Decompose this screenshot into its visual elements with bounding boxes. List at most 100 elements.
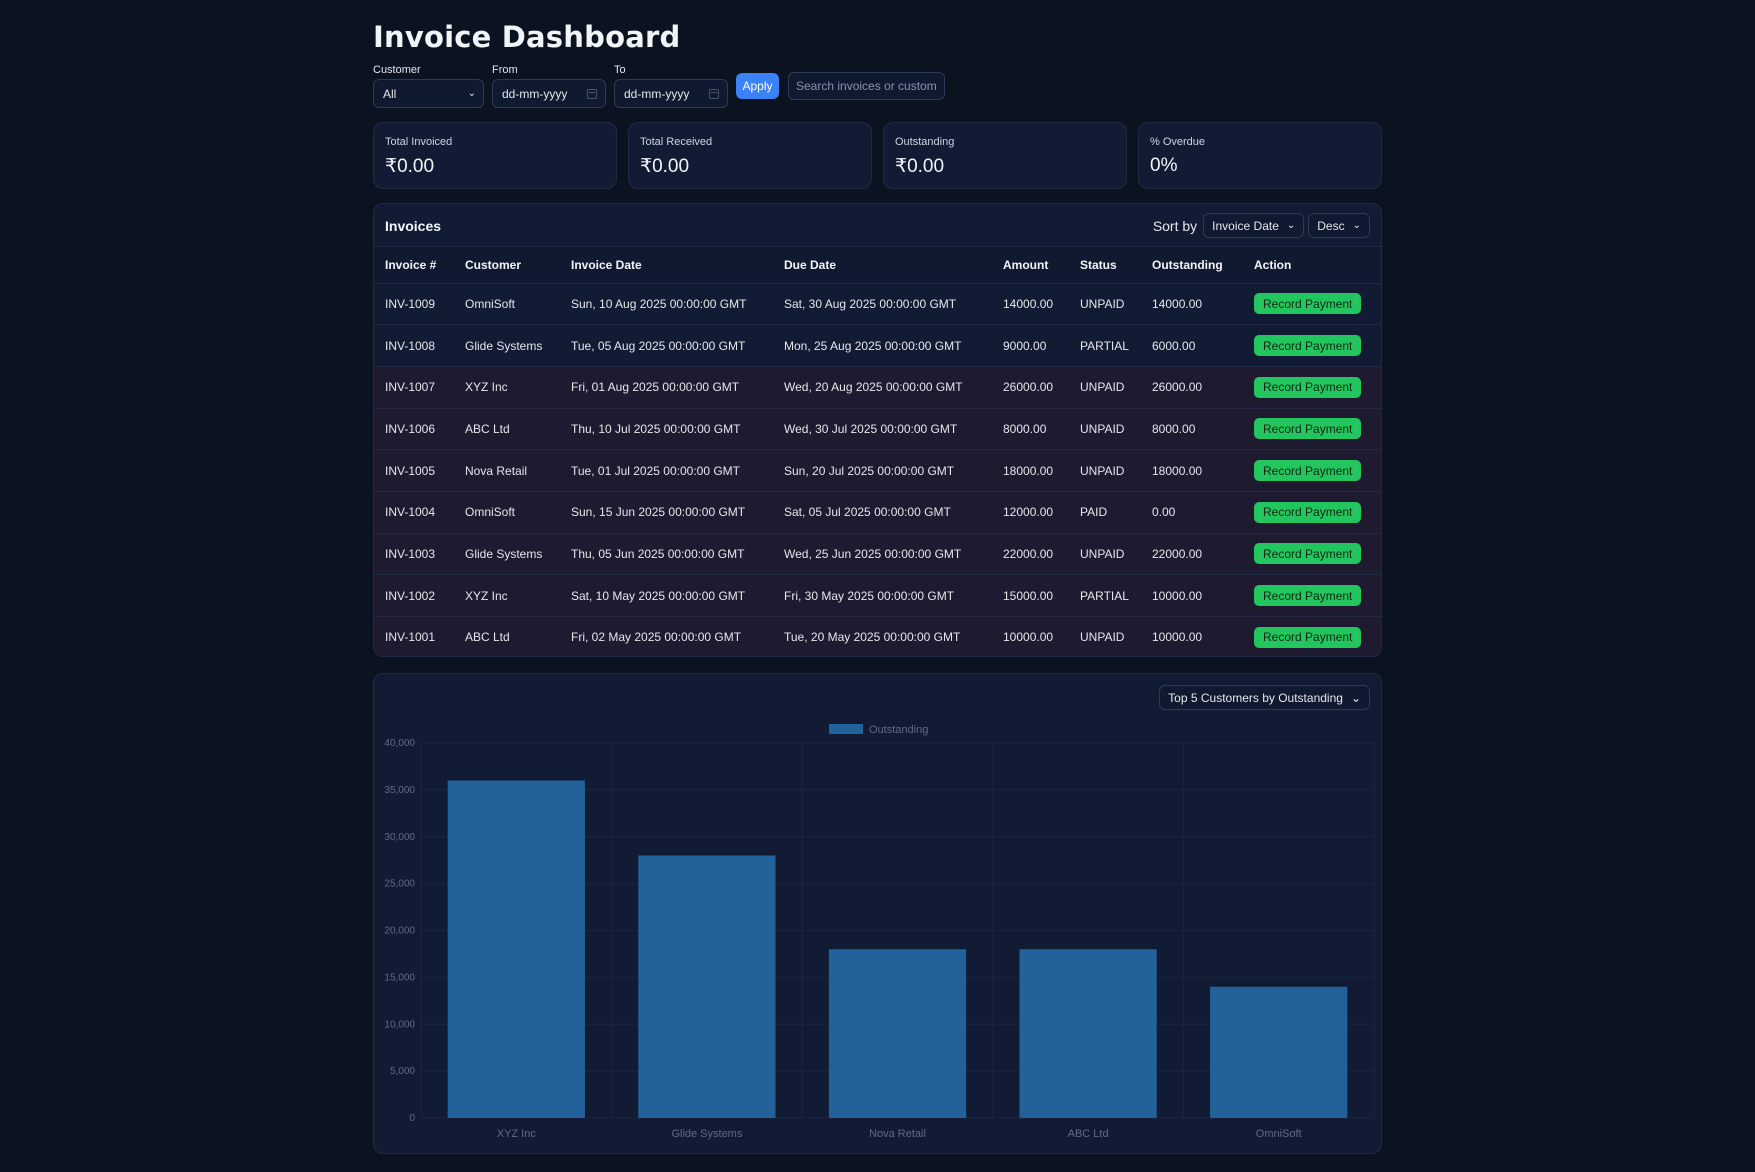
invoice-date-cell: Thu, 10 Jul 2025 00:00:00 GMT bbox=[560, 408, 773, 451]
status-cell: UNPAID bbox=[1069, 408, 1141, 451]
action-cell: Record Payment bbox=[1243, 324, 1381, 367]
column-header[interactable]: Action bbox=[1243, 247, 1381, 284]
to-date-input[interactable]: dd-mm-yyyy bbox=[614, 79, 728, 108]
invoice-date-cell: Tue, 05 Aug 2025 00:00:00 GMT bbox=[560, 324, 773, 367]
outstanding-cell: 0.00 bbox=[1141, 491, 1243, 534]
y-tick-label: 20,000 bbox=[384, 926, 415, 937]
y-tick-label: 25,000 bbox=[384, 879, 415, 890]
chart-metric-select[interactable]: Top 5 Customers by Outstanding ⌄ bbox=[1159, 685, 1370, 710]
invoice-date-cell: Fri, 02 May 2025 00:00:00 GMT bbox=[560, 616, 773, 656]
chevron-down-icon: ⌄ bbox=[1350, 690, 1361, 705]
action-cell: Record Payment bbox=[1243, 533, 1381, 576]
amount-cell: 12000.00 bbox=[992, 491, 1069, 534]
column-header[interactable]: Customer bbox=[454, 247, 560, 284]
record-payment-button[interactable]: Record Payment bbox=[1254, 501, 1362, 523]
table-row: INV-1008 Glide Systems Tue, 05 Aug 2025 00… bbox=[374, 324, 1381, 367]
bar bbox=[828, 949, 967, 1118]
status-cell: UNPAID bbox=[1069, 616, 1141, 656]
x-tick-label: Glide Systems bbox=[671, 1128, 742, 1140]
outstanding-cell: 10000.00 bbox=[1141, 574, 1243, 617]
column-header[interactable]: Due Date bbox=[773, 247, 992, 284]
outstanding-cell: 18000.00 bbox=[1141, 449, 1243, 492]
invoice-date-cell: Fri, 01 Aug 2025 00:00:00 GMT bbox=[560, 366, 773, 409]
table-row: INV-1001 ABC Ltd Fri, 02 May 2025 00:00:00… bbox=[374, 616, 1381, 656]
due-date-cell: Wed, 25 Jun 2025 00:00:00 GMT bbox=[773, 533, 992, 576]
sort-field-value: Invoice Date bbox=[1212, 218, 1279, 233]
status-cell: PARTIAL bbox=[1069, 324, 1141, 367]
kpi-value: ₹0.00 bbox=[385, 156, 435, 177]
invoice-number-cell: INV-1003 bbox=[374, 533, 454, 576]
action-cell: Record Payment bbox=[1243, 408, 1381, 451]
search-input[interactable] bbox=[788, 72, 945, 100]
table-row: INV-1009 OmniSoft Sun, 10 Aug 2025 00:00:0… bbox=[374, 283, 1381, 326]
customer-cell: Glide Systems bbox=[454, 533, 560, 576]
action-cell: Record Payment bbox=[1243, 449, 1381, 492]
column-header[interactable]: Outstanding bbox=[1141, 247, 1243, 284]
chart-metric-value: Top 5 Customers by Outstanding bbox=[1168, 690, 1343, 705]
y-tick-label: 0 bbox=[409, 1113, 415, 1124]
record-payment-button[interactable]: Record Payment bbox=[1254, 543, 1362, 565]
calendar-icon[interactable] bbox=[587, 89, 597, 99]
column-header[interactable]: Status bbox=[1069, 247, 1141, 284]
kpi-label: Total Received bbox=[640, 136, 713, 148]
record-payment-button[interactable]: Record Payment bbox=[1254, 626, 1362, 648]
invoice-date-cell: Tue, 01 Jul 2025 00:00:00 GMT bbox=[560, 449, 773, 492]
invoice-number-cell: INV-1008 bbox=[374, 324, 454, 367]
record-payment-button[interactable]: Record Payment bbox=[1254, 418, 1362, 440]
page-title: Invoice Dashboard bbox=[373, 20, 681, 54]
bar bbox=[638, 855, 776, 1118]
from-filter: From dd-mm-yyyy bbox=[492, 64, 606, 108]
record-payment-button[interactable]: Record Payment bbox=[1254, 460, 1362, 482]
invoice-number-cell: INV-1005 bbox=[374, 449, 454, 492]
sort-order-select[interactable]: Desc ⌄ bbox=[1308, 213, 1370, 238]
to-label: To bbox=[614, 64, 626, 76]
from-date-input[interactable]: dd-mm-yyyy bbox=[492, 79, 606, 108]
kpi-percent-overdue: % Overdue 0% bbox=[1138, 122, 1382, 189]
action-cell: Record Payment bbox=[1243, 283, 1381, 326]
sort-field-select[interactable]: Invoice Date ⌄ bbox=[1203, 213, 1305, 238]
chart-card: Top 5 Customers by Outstanding ⌄ 0 5,000 1… bbox=[373, 673, 1382, 1154]
column-header[interactable]: Invoice # bbox=[374, 247, 454, 284]
customer-select-value: All bbox=[383, 86, 397, 101]
outstanding-bar-chart: 0 5,000 10,000 15,000 20,000 25,000 30,000 35,0… bbox=[384, 724, 1375, 1140]
y-tick-label: 10,000 bbox=[384, 1019, 415, 1030]
due-date-cell: Sun, 20 Jul 2025 00:00:00 GMT bbox=[773, 449, 992, 492]
outstanding-cell: 10000.00 bbox=[1141, 616, 1243, 656]
invoice-date-cell: Thu, 05 Jun 2025 00:00:00 GMT bbox=[560, 533, 773, 576]
due-date-cell: Sat, 05 Jul 2025 00:00:00 GMT bbox=[773, 491, 992, 534]
invoices-title: Invoices bbox=[385, 218, 442, 234]
record-payment-button[interactable]: Record Payment bbox=[1254, 335, 1362, 357]
action-cell: Record Payment bbox=[1243, 366, 1381, 409]
invoice-number-cell: INV-1004 bbox=[374, 491, 454, 534]
bar bbox=[447, 780, 585, 1118]
sort-label: Sort by bbox=[1152, 217, 1198, 234]
kpi-value: ₹0.00 bbox=[895, 156, 945, 177]
record-payment-button[interactable]: Record Payment bbox=[1254, 376, 1362, 398]
column-header[interactable]: Amount bbox=[992, 247, 1069, 284]
amount-cell: 26000.00 bbox=[992, 366, 1069, 409]
x-tick-label: OmniSoft bbox=[1256, 1128, 1302, 1140]
outstanding-cell: 14000.00 bbox=[1141, 283, 1243, 326]
invoice-number-cell: INV-1001 bbox=[374, 616, 454, 656]
customer-select[interactable]: All ⌄ bbox=[373, 79, 484, 108]
y-tick-label: 5,000 bbox=[390, 1066, 415, 1077]
outstanding-cell: 22000.00 bbox=[1141, 533, 1243, 576]
action-cell: Record Payment bbox=[1243, 616, 1381, 656]
kpi-label: Total Invoiced bbox=[385, 136, 453, 148]
status-cell: UNPAID bbox=[1069, 283, 1141, 326]
column-header[interactable]: Invoice Date bbox=[560, 247, 773, 284]
customer-filter: Customer All ⌄ bbox=[373, 64, 484, 108]
invoice-number-cell: INV-1002 bbox=[374, 574, 454, 617]
record-payment-button[interactable]: Record Payment bbox=[1254, 585, 1362, 607]
bar bbox=[1019, 949, 1157, 1118]
invoice-date-cell: Sun, 10 Aug 2025 00:00:00 GMT bbox=[560, 283, 773, 326]
y-tick-label: 35,000 bbox=[384, 785, 415, 796]
apply-button[interactable]: Apply bbox=[736, 73, 779, 99]
customer-cell: OmniSoft bbox=[454, 283, 560, 326]
status-cell: UNPAID bbox=[1069, 449, 1141, 492]
kpi-outstanding: Outstanding ₹0.00 bbox=[883, 122, 1127, 189]
record-payment-button[interactable]: Record Payment bbox=[1254, 293, 1362, 315]
calendar-icon[interactable] bbox=[709, 89, 719, 99]
x-tick-label: Nova Retail bbox=[869, 1128, 926, 1140]
amount-cell: 8000.00 bbox=[992, 408, 1069, 451]
